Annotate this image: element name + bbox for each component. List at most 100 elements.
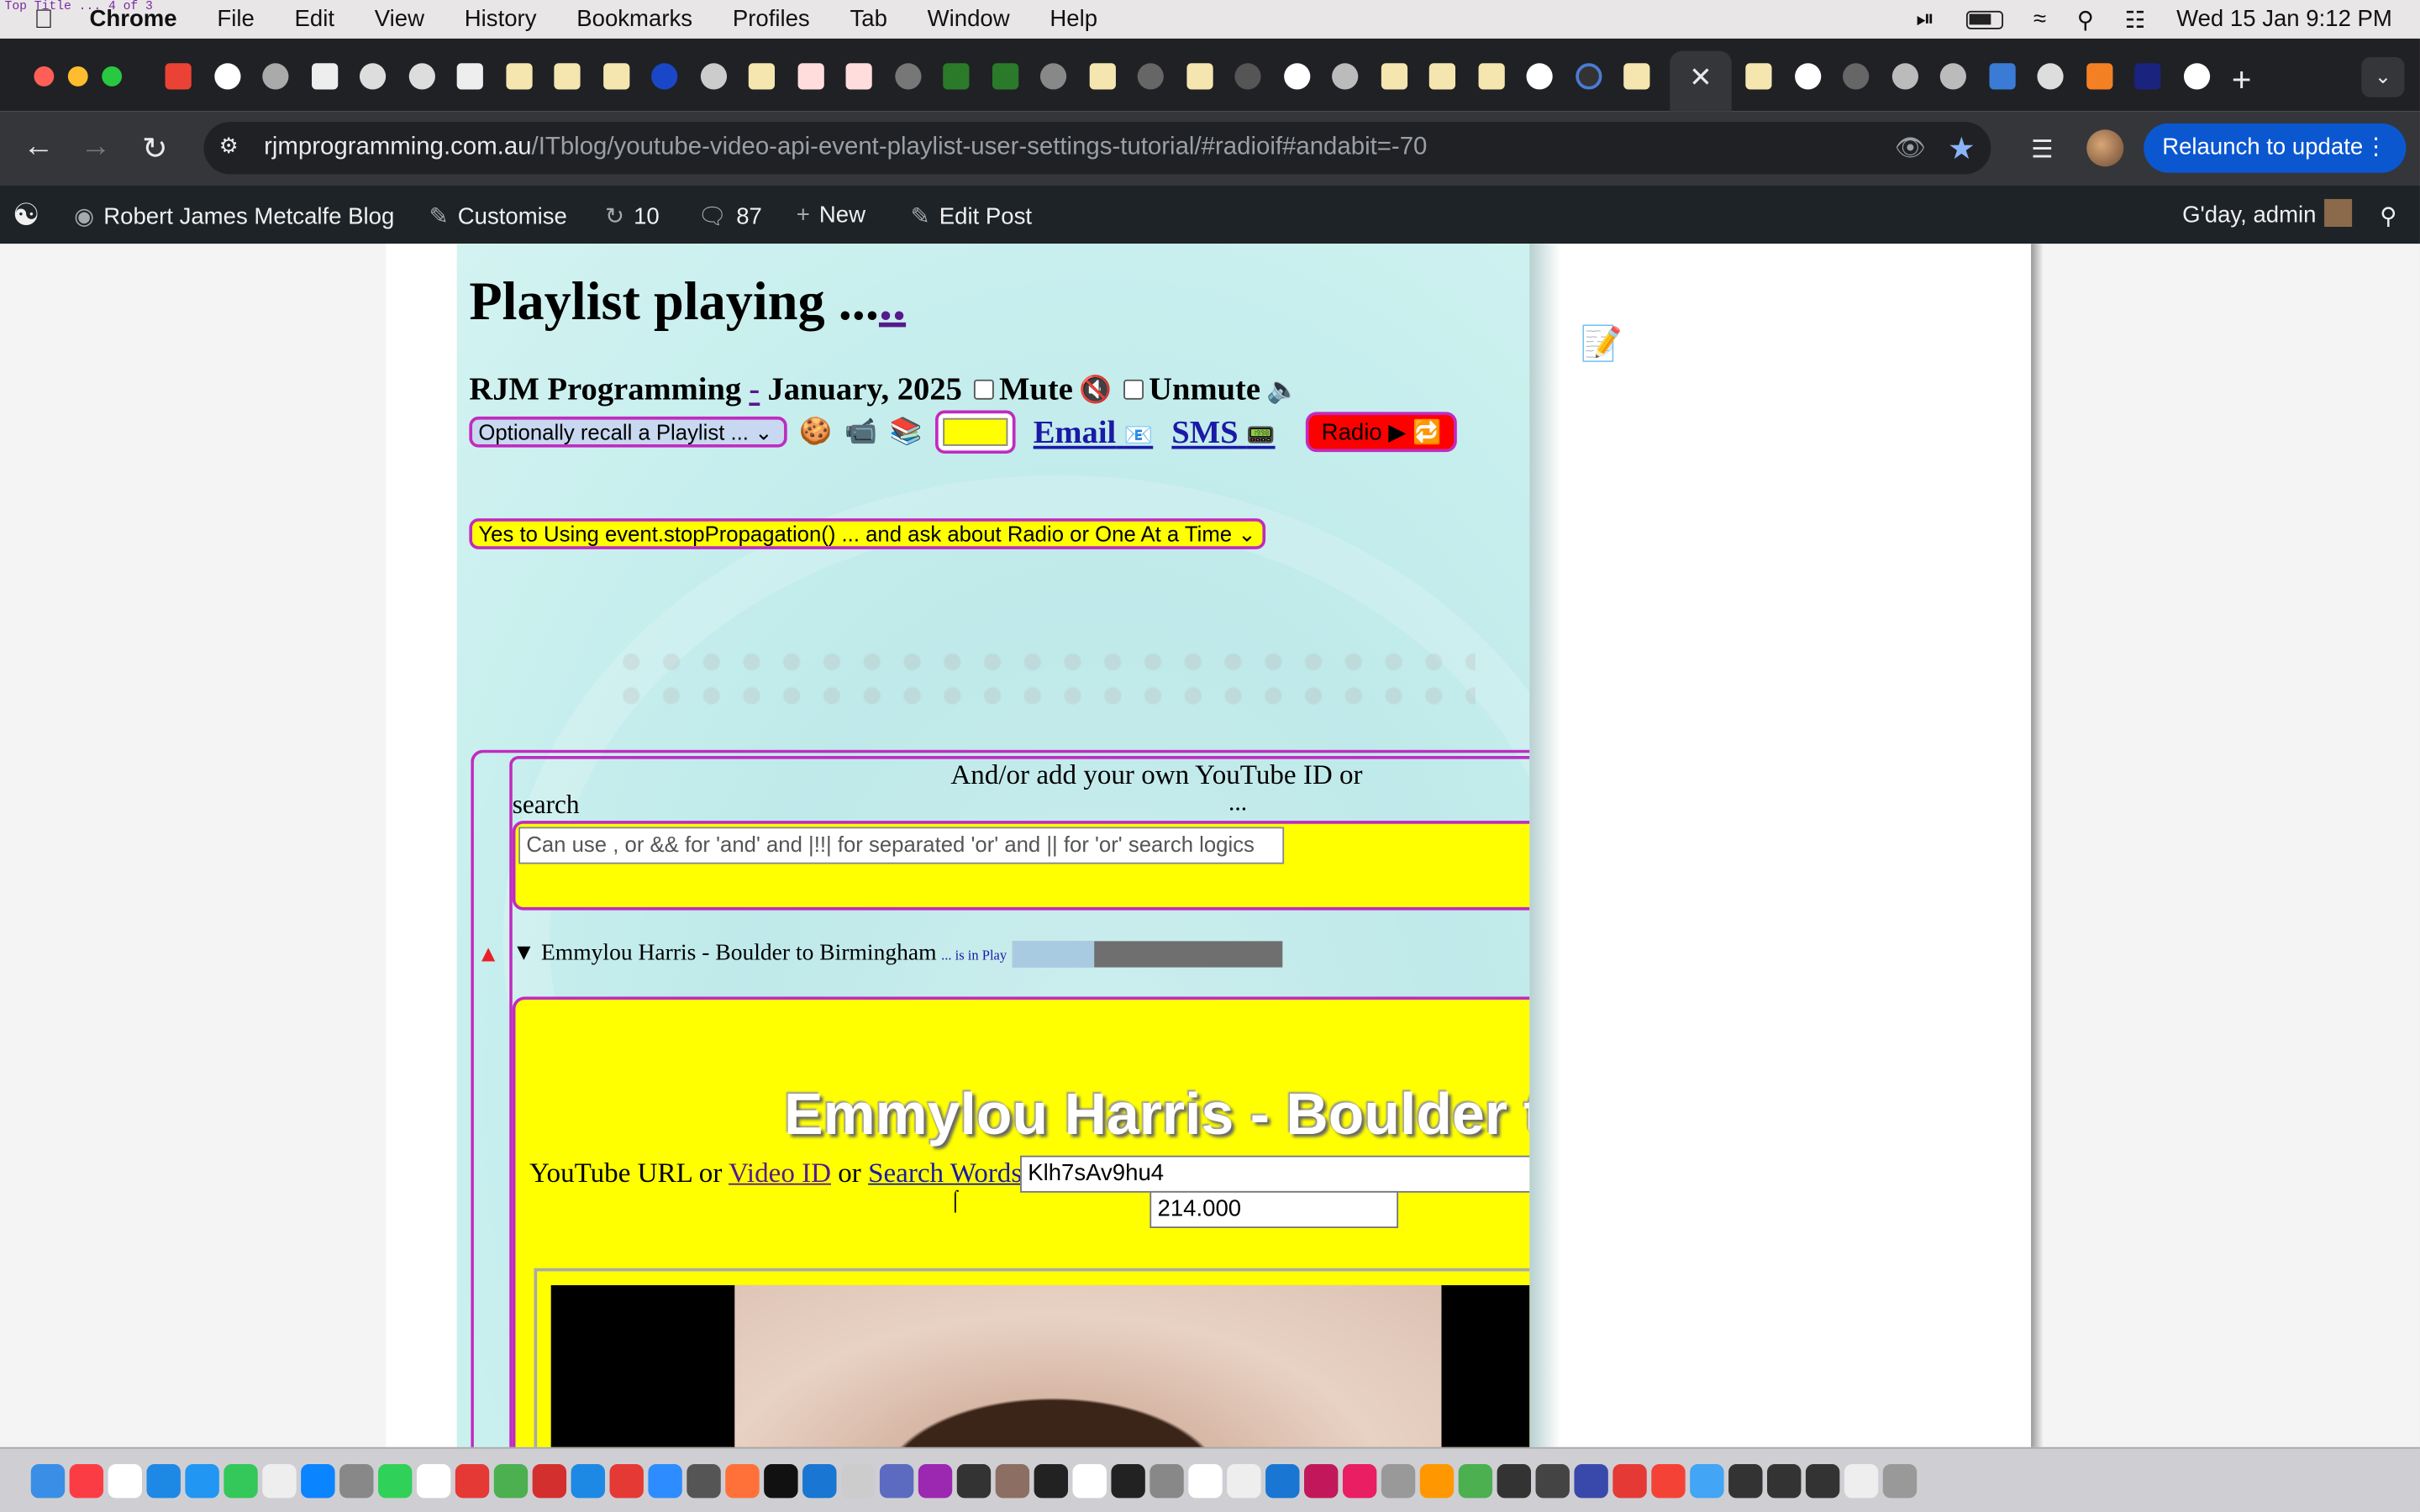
new-tab-button[interactable]: +	[2232, 60, 2252, 101]
menu-profiles[interactable]: Profiles	[733, 6, 810, 32]
calculator-icon[interactable]	[1150, 1463, 1184, 1498]
calendar-icon[interactable]	[1072, 1463, 1107, 1498]
app-icon[interactable]	[1612, 1463, 1647, 1498]
tab[interactable]	[2123, 57, 2172, 94]
finder-icon[interactable]	[30, 1463, 66, 1498]
trash-icon[interactable]	[1882, 1463, 1918, 1498]
disclosure-triangle-icon[interactable]: ▼	[513, 941, 535, 967]
tab[interactable]	[155, 57, 203, 94]
menu-view[interactable]: View	[375, 6, 424, 32]
app-icon[interactable]	[687, 1463, 721, 1498]
video-id-input[interactable]: Klh7sAv9hu4	[1020, 1155, 1530, 1193]
stop-propagation-select[interactable]: Yes to Using event.stopPropagation() ...…	[469, 518, 1265, 549]
facetime-icon[interactable]	[377, 1463, 413, 1498]
search-icon[interactable]: ⚲	[2077, 5, 2094, 33]
back-button[interactable]: ←	[24, 129, 55, 165]
tab[interactable]	[835, 57, 884, 94]
updates-link[interactable]: ↻ 10	[605, 202, 660, 229]
app-icon[interactable]	[416, 1463, 451, 1498]
tab[interactable]	[1516, 57, 1565, 94]
address-bar[interactable]: ⚙ rjmprogramming.com.au/ITblog/youtube-v…	[203, 122, 1991, 175]
song-progress[interactable]	[1013, 941, 1283, 968]
tab[interactable]	[349, 57, 397, 94]
wifi-icon[interactable]: ≈	[2033, 6, 2046, 32]
tab[interactable]	[1978, 57, 2027, 94]
tab[interactable]	[1734, 57, 1783, 94]
tab[interactable]	[544, 57, 592, 94]
app-icon[interactable]	[1535, 1463, 1570, 1498]
now-playing-row[interactable]: ▼ Emmylou Harris - Boulder to Birmingham…	[513, 941, 1283, 968]
tab[interactable]	[1029, 57, 1078, 94]
tab[interactable]	[1321, 57, 1370, 94]
app-icon[interactable]	[1458, 1463, 1493, 1498]
radio-button[interactable]: Radio ▶ 🔁	[1306, 412, 1457, 453]
podcasts-icon[interactable]	[918, 1463, 953, 1498]
edit-post-link[interactable]: ✎ Edit Post	[911, 202, 1032, 229]
app-icon[interactable]	[879, 1463, 914, 1498]
app-icon[interactable]	[995, 1463, 1030, 1498]
color-picker[interactable]	[934, 410, 1015, 454]
window-thumbnail[interactable]	[1844, 1463, 1879, 1498]
wordpress-logo-icon[interactable]: ☯	[13, 196, 40, 234]
menu-window[interactable]: Window	[928, 6, 1010, 32]
tab[interactable]	[1224, 57, 1273, 94]
tab[interactable]	[640, 57, 689, 94]
tab[interactable]	[786, 57, 835, 94]
tab[interactable]	[2027, 57, 2075, 94]
app-icon[interactable]	[108, 1463, 142, 1498]
more-icon[interactable]: ⋮	[2365, 123, 2388, 173]
cookie-icon[interactable]: 🍪	[799, 417, 832, 448]
active-tab-close[interactable]: ✕	[1670, 50, 1732, 112]
bookmark-star-icon[interactable]: ★	[1948, 129, 1975, 168]
appstore-icon[interactable]	[571, 1463, 605, 1498]
app-icon[interactable]	[301, 1463, 335, 1498]
app-icon[interactable]	[609, 1463, 644, 1498]
menu-bookmarks[interactable]: Bookmarks	[576, 6, 692, 32]
relaunch-button[interactable]: Relaunch to update ⋮	[2144, 123, 2407, 173]
tab[interactable]	[1127, 57, 1176, 94]
app-icon[interactable]	[1419, 1463, 1455, 1498]
tab[interactable]	[1929, 57, 1978, 94]
app-icon[interactable]	[802, 1463, 837, 1498]
zoom-icon[interactable]	[648, 1463, 682, 1498]
tab[interactable]	[689, 57, 738, 94]
tracking-eye-icon[interactable]: 👁	[1895, 133, 1926, 164]
camera-icon[interactable]: 📹	[844, 417, 877, 448]
app-icon[interactable]	[1034, 1463, 1068, 1498]
tab[interactable]	[203, 57, 252, 94]
mute-checkbox[interactable]	[974, 379, 995, 400]
menu-help[interactable]: Help	[1050, 6, 1097, 32]
memo-icon[interactable]: 📝	[1581, 324, 1623, 365]
tab[interactable]	[932, 57, 981, 94]
window-thumbnail[interactable]	[1805, 1463, 1840, 1498]
new-link[interactable]: + New	[797, 202, 865, 228]
tab[interactable]	[1370, 57, 1418, 94]
tab[interactable]	[397, 57, 446, 94]
tab[interactable]	[1612, 57, 1661, 94]
app-icon[interactable]	[956, 1463, 992, 1498]
menu-edit[interactable]: Edit	[295, 6, 334, 32]
tab[interactable]	[981, 57, 1029, 94]
recall-playlist-select[interactable]: Optionally recall a Playlist ... ⌄	[469, 416, 787, 448]
admin-avatar[interactable]	[2324, 198, 2353, 227]
folder-icon[interactable]	[1690, 1463, 1724, 1498]
profile-avatar[interactable]	[2086, 129, 2124, 167]
battery-icon[interactable]	[1965, 9, 2003, 29]
opera-icon[interactable]	[455, 1463, 490, 1498]
forward-button[interactable]: →	[81, 129, 112, 165]
app-icon[interactable]	[1651, 1463, 1686, 1498]
tab[interactable]	[1832, 57, 1881, 94]
minimize-window-button[interactable]	[67, 66, 88, 87]
app-icon[interactable]	[841, 1463, 876, 1498]
search-input[interactable]: Can use , or && for 'and' and |!!| for s…	[518, 827, 1285, 864]
search-icon[interactable]: ⚲	[2380, 202, 2396, 229]
tab[interactable]	[1467, 57, 1516, 94]
app-icon[interactable]	[1574, 1463, 1608, 1498]
tv-icon[interactable]	[764, 1463, 798, 1498]
tab[interactable]	[2172, 57, 2221, 94]
video-id-link[interactable]: Video ID	[729, 1158, 831, 1189]
unmute-checkbox[interactable]	[1123, 379, 1144, 400]
reload-button[interactable]: ↻	[142, 129, 168, 168]
music-icon[interactable]	[69, 1463, 104, 1498]
youtube-player[interactable]	[550, 1284, 1530, 1447]
